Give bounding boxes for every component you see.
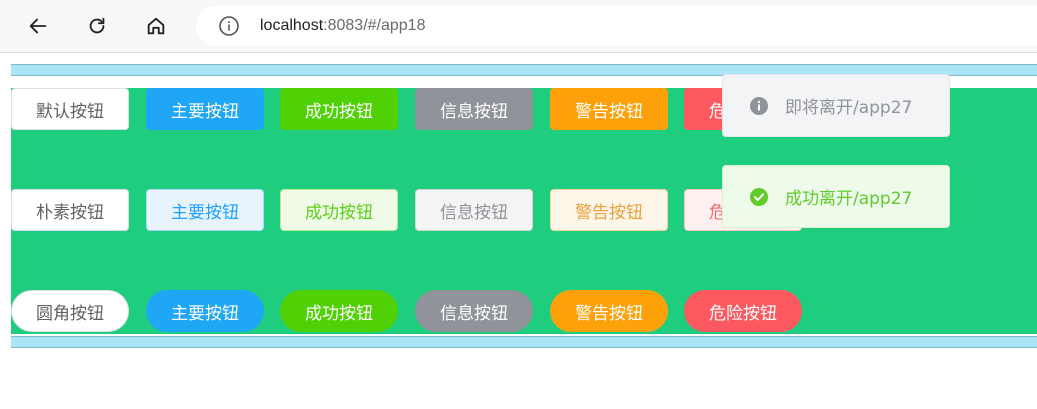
primary-button[interactable]: 主要按钮: [146, 88, 264, 130]
default-button[interactable]: 默认按钮: [11, 88, 129, 130]
success-button[interactable]: 成功按钮: [280, 88, 398, 130]
info-message: 即将离开/app27: [722, 74, 950, 137]
success-message: 成功离开/app27: [722, 165, 950, 228]
plain-warning-button[interactable]: 警告按钮: [550, 189, 668, 231]
home-button[interactable]: [140, 10, 172, 42]
round-default-button[interactable]: 圆角按钮: [11, 290, 129, 332]
address-bar[interactable]: localhost:8083/#/app18: [196, 6, 1037, 46]
info-button[interactable]: 信息按钮: [415, 88, 533, 130]
info-message-text: 即将离开/app27: [785, 98, 913, 118]
info-circle-icon: [749, 96, 769, 116]
url-host: localhost: [260, 17, 324, 34]
info-icon[interactable]: [218, 15, 240, 37]
round-warning-button[interactable]: 警告按钮: [550, 290, 668, 332]
plain-success-button[interactable]: 成功按钮: [280, 189, 398, 231]
success-message-text: 成功离开/app27: [785, 189, 913, 209]
check-circle-icon: [749, 187, 769, 207]
url-text: localhost:8083/#/app18: [260, 17, 425, 35]
reload-button[interactable]: [81, 10, 113, 42]
url-path: :8083/#/app18: [323, 17, 426, 34]
round-danger-button[interactable]: 危险按钮: [684, 290, 802, 332]
warning-button[interactable]: 警告按钮: [550, 88, 668, 130]
browser-toolbar: localhost:8083/#/app18: [0, 0, 1037, 53]
back-button[interactable]: [22, 10, 54, 42]
bottom-border-strip: [11, 336, 1037, 348]
round-info-button[interactable]: 信息按钮: [415, 290, 533, 332]
plain-primary-button[interactable]: 主要按钮: [146, 189, 264, 231]
plain-info-button[interactable]: 信息按钮: [415, 189, 533, 231]
plain-default-button[interactable]: 朴素按钮: [11, 189, 129, 231]
round-success-button[interactable]: 成功按钮: [280, 290, 398, 332]
round-primary-button[interactable]: 主要按钮: [146, 290, 264, 332]
home-icon: [147, 17, 165, 35]
reload-icon: [89, 17, 105, 34]
back-arrow-icon: [29, 18, 47, 34]
